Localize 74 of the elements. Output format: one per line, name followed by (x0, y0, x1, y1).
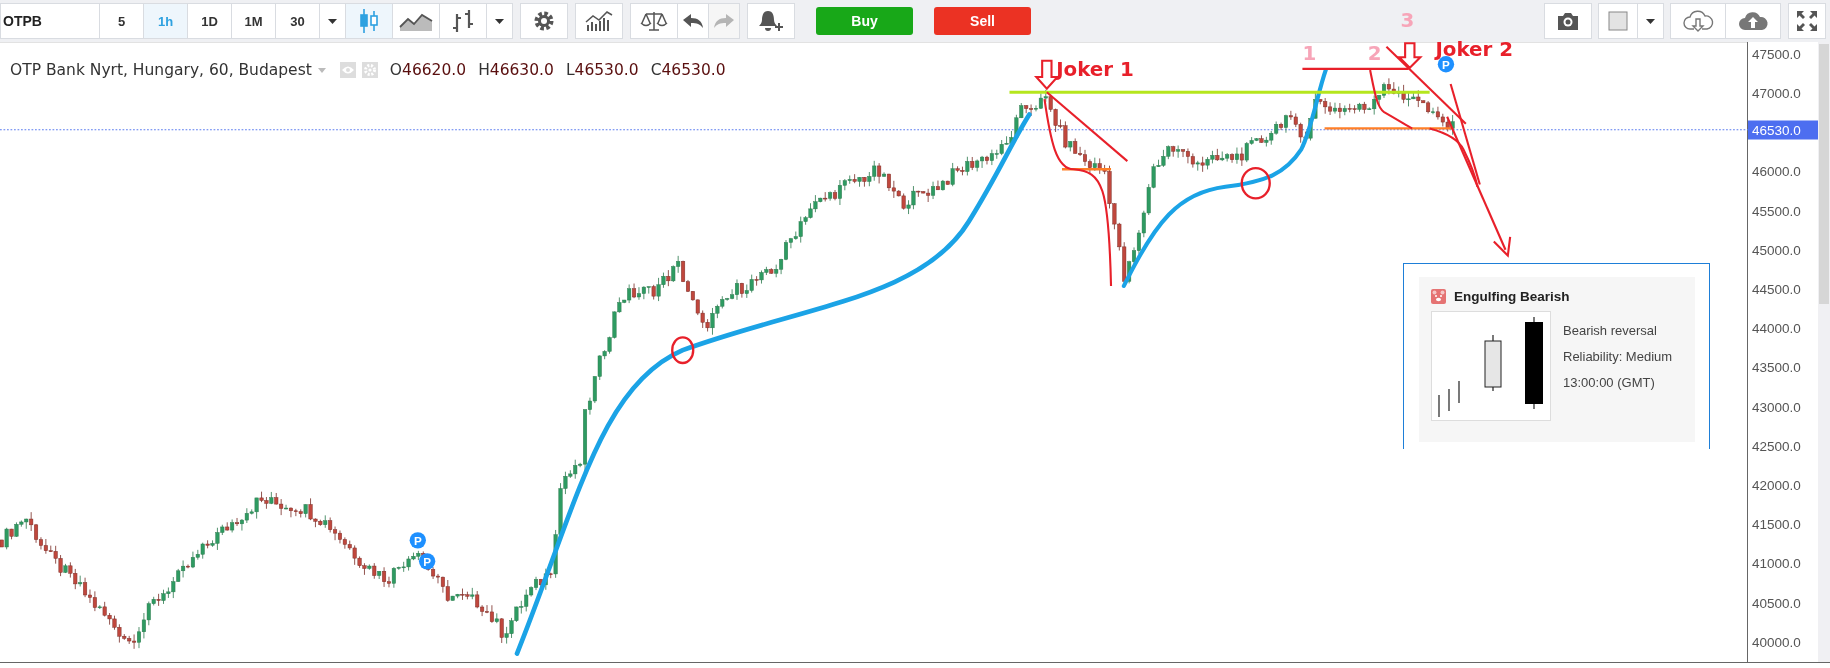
price-tick-label: 45000.0 (1752, 242, 1801, 258)
interval-button[interactable]: 1D (187, 3, 232, 39)
annotation-label: 2 (1367, 41, 1382, 65)
color-swatch-icon (1608, 11, 1628, 31)
pattern-detail: Bearish reversal (1563, 323, 1658, 338)
camera-icon (1556, 11, 1580, 31)
price-tick-label: 47500.0 (1752, 46, 1801, 62)
undo-icon (682, 13, 704, 29)
pattern-marker[interactable]: P (409, 532, 426, 549)
settings-button[interactable] (520, 3, 568, 39)
cloud-download-icon (1681, 9, 1715, 33)
price-tick-label: 43500.0 (1752, 359, 1801, 375)
price-tick-label: 44500.0 (1752, 281, 1801, 297)
add-alert-button[interactable] (747, 3, 795, 39)
interval-dropdown-button[interactable] (319, 3, 346, 39)
down-arrow-icon (1396, 42, 1423, 70)
bear-icon (1431, 289, 1446, 304)
caret-icon (495, 18, 504, 24)
area-chart-icon (399, 11, 433, 31)
color-dropdown-button[interactable] (1637, 3, 1664, 39)
price-tick-label: 47000.0 (1752, 85, 1801, 101)
interval-button[interactable]: 30 (275, 3, 320, 39)
pattern-detail: 13:00:00 (GMT) (1563, 375, 1656, 390)
ohlc-value: C46530.0 (650, 61, 726, 79)
scale-icon (640, 10, 668, 32)
buy-button[interactable]: Buy (816, 7, 913, 35)
color-picker-button[interactable] (1598, 3, 1638, 39)
ohlc-value: H46630.0 (478, 61, 554, 79)
price-tick-label: 40500.0 (1752, 595, 1801, 611)
bar-chart-button[interactable] (439, 3, 487, 39)
compare-button[interactable] (630, 3, 678, 39)
interval-button[interactable]: 1M (231, 3, 276, 39)
redo-icon (713, 13, 735, 29)
upload-button[interactable] (1725, 3, 1781, 39)
settings-icon (532, 9, 556, 33)
annotation-label: 3 (1400, 8, 1415, 32)
price-tick-label: 44000.0 (1752, 320, 1801, 336)
price-tick-label: 43000.0 (1752, 399, 1801, 415)
price-tick-label: 41500.0 (1752, 516, 1801, 532)
chart-type-dropdown-button[interactable] (486, 3, 513, 39)
bar-chart-icon (584, 10, 614, 32)
bell-plus-icon (758, 9, 784, 33)
price-tick-label: 40000.0 (1752, 634, 1801, 650)
candlestick-icon (358, 8, 380, 34)
pattern-marker[interactable]: P (418, 553, 436, 570)
sell-button[interactable]: Sell (934, 7, 1031, 35)
pattern-detail: Reliability: Medium (1563, 349, 1673, 364)
price-tick-label: 45500.0 (1752, 203, 1801, 219)
annotation-label: Joker 1 (1056, 57, 1134, 81)
ohlc-bars-icon (450, 8, 476, 34)
fullscreen-button[interactable] (1788, 3, 1826, 39)
screenshot-button[interactable] (1544, 3, 1592, 39)
line-chart-button[interactable] (392, 3, 440, 39)
pattern-title: Engulfing Bearish (1454, 289, 1570, 304)
current-price-label: 46530.0 (1748, 120, 1818, 140)
fullscreen-icon (1796, 10, 1818, 32)
price-tick-label: 42000.0 (1752, 477, 1801, 493)
price-tick-label: 42500.0 (1752, 438, 1801, 454)
ohlc-value: L46530.0 (565, 61, 639, 79)
interval-button[interactable]: 1h (143, 3, 188, 39)
caret-icon (1646, 18, 1655, 24)
interval-button[interactable]: 5 (99, 3, 144, 39)
caret-icon (328, 18, 337, 24)
annotation-label: 1 (1302, 41, 1317, 65)
cloud-upload-icon (1736, 9, 1770, 33)
price-tick-label: 41000.0 (1752, 555, 1801, 571)
indicators-button[interactable] (575, 3, 623, 39)
instrument-title: OTP Bank Nyrt, Hungary, 60, Budapest (10, 61, 312, 79)
download-button[interactable] (1670, 3, 1726, 39)
ohlc-value: O46620.0 (389, 61, 467, 79)
symbol-field[interactable]: OTPB (0, 3, 100, 39)
scrollbar-thumb[interactable] (1819, 44, 1829, 304)
undo-button[interactable] (677, 3, 709, 39)
price-tick-label: 46000.0 (1752, 163, 1801, 179)
